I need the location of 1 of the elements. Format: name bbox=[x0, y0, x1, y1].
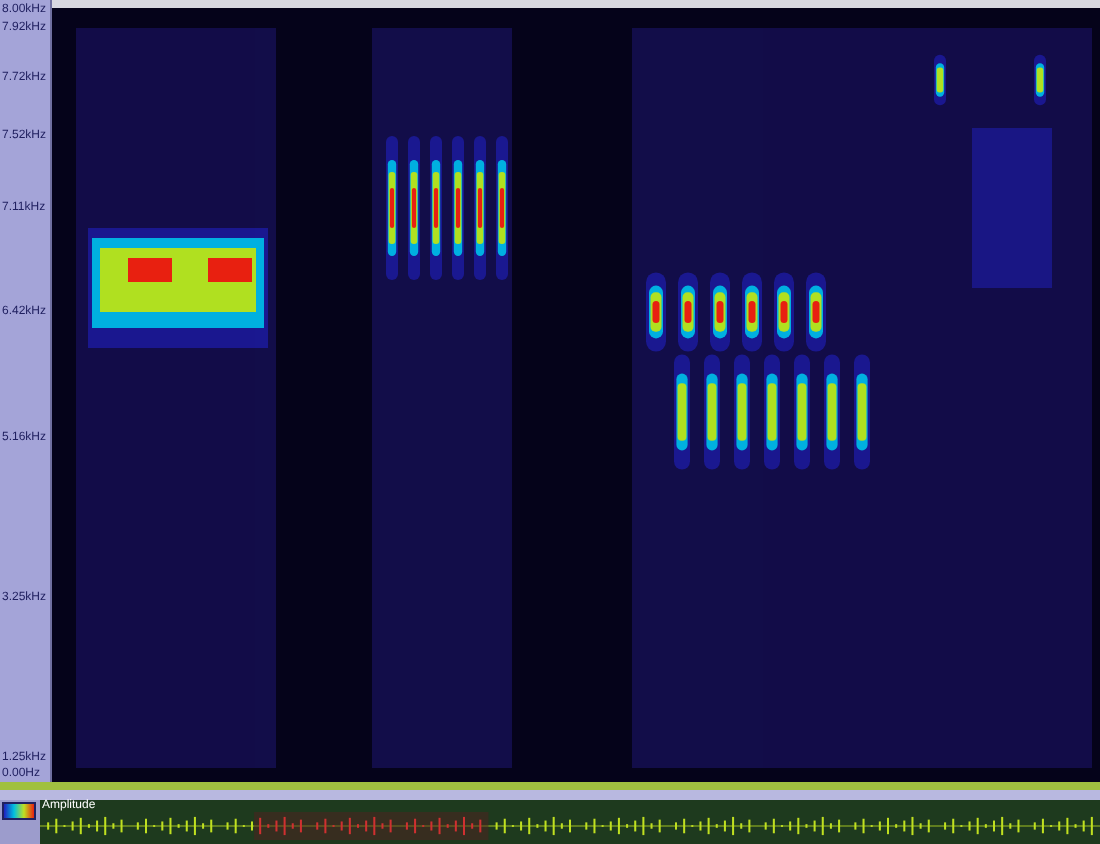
color-scale-icon bbox=[2, 802, 36, 820]
